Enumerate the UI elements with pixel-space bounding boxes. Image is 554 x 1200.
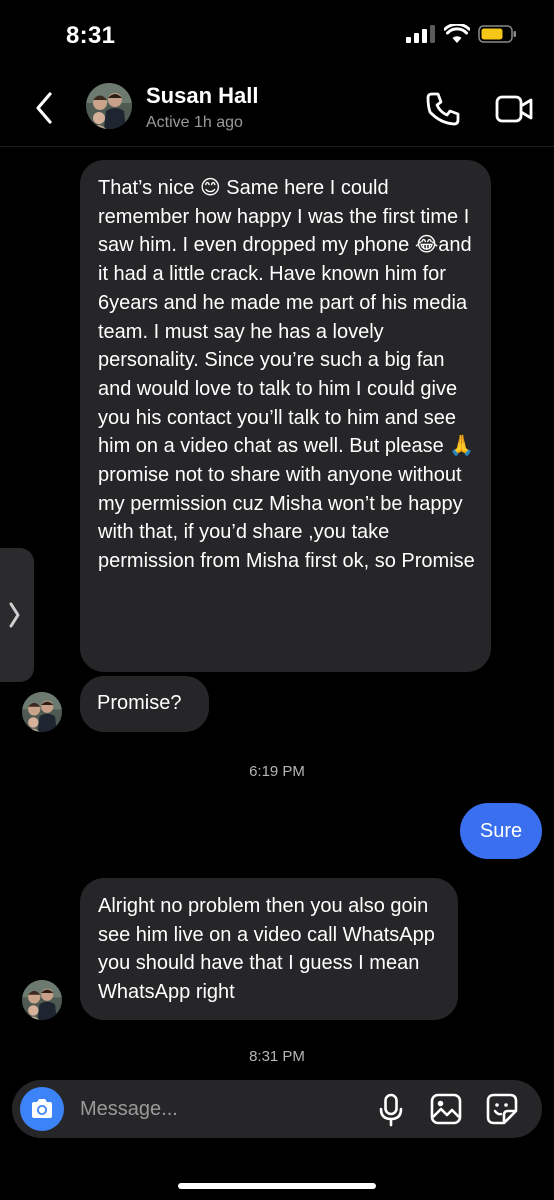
video-camera-icon[interactable] <box>494 92 534 126</box>
status-bar: 8:31 <box>0 0 554 70</box>
message-received[interactable]: Promise? <box>80 676 209 732</box>
cellular-signal-icon <box>406 25 435 43</box>
message-timestamp: 6:19 PM <box>249 763 305 780</box>
status-icons <box>406 24 518 44</box>
message-input[interactable] <box>80 1096 360 1122</box>
camera-button[interactable] <box>20 1087 64 1131</box>
chevron-left-icon[interactable] <box>30 90 60 126</box>
chat-header: Susan Hall Active 1h ago <box>0 70 554 147</box>
message-received[interactable]: Alright no problem then you also goin se… <box>80 878 458 1020</box>
sticker-icon[interactable] <box>486 1093 518 1125</box>
message-timestamp: 8:31 PM <box>249 1048 305 1065</box>
home-indicator[interactable] <box>178 1183 376 1189</box>
microphone-icon[interactable] <box>378 1093 404 1127</box>
sender-avatar[interactable] <box>22 980 62 1020</box>
side-tab[interactable] <box>0 548 34 682</box>
contact-avatar[interactable] <box>86 83 132 129</box>
contact-status: Active 1h ago <box>146 114 243 131</box>
battery-icon <box>478 25 516 43</box>
phone-icon[interactable] <box>424 90 462 128</box>
message-composer <box>12 1080 542 1138</box>
chevron-right-icon <box>9 602 20 628</box>
sender-avatar[interactable] <box>22 692 62 732</box>
wifi-icon <box>444 24 470 43</box>
image-icon[interactable] <box>430 1093 462 1125</box>
camera-icon <box>32 1099 52 1118</box>
message-sent[interactable]: Sure <box>460 803 542 859</box>
status-time: 8:31 <box>66 22 116 49</box>
message-received[interactable]: That’s nice 😊 Same here I could remember… <box>80 160 491 672</box>
contact-name[interactable]: Susan Hall <box>146 83 258 109</box>
